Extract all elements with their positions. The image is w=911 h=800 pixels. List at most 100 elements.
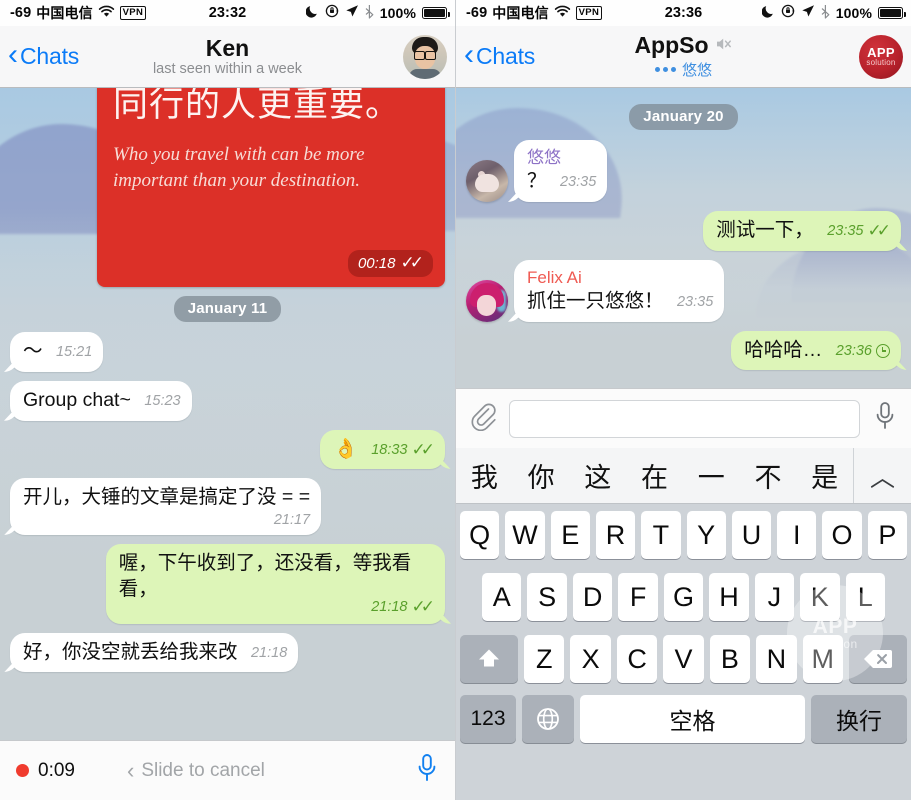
right-nav-center[interactable]: AppSo 悠悠 xyxy=(536,26,831,87)
candidate-3[interactable]: 在 xyxy=(626,456,683,495)
anime-avatar[interactable] xyxy=(466,279,508,322)
message-row[interactable]: 悠悠 ？ 23:35 xyxy=(466,140,901,202)
message-row[interactable]: 哈哈哈… 23:36 xyxy=(466,330,901,371)
key-i[interactable]: I xyxy=(777,511,817,559)
battery-full-icon xyxy=(422,7,450,19)
backspace-icon[interactable] xyxy=(848,635,907,683)
key-j[interactable]: J xyxy=(754,573,795,621)
right-chat-body[interactable]: January 20 悠悠 ？ 23:35 测试一下， 23:35 ✓✓ Fel… xyxy=(456,88,911,388)
chevron-up-icon[interactable]: ︿ xyxy=(853,448,911,503)
candidate-5[interactable]: 不 xyxy=(740,456,797,495)
key-e[interactable]: E xyxy=(550,511,590,559)
left-message-list[interactable]: 相跟对的人更为, 同行的人更重要。 Who you travel with ca… xyxy=(0,88,455,740)
message-text: 哈哈哈… xyxy=(744,338,823,361)
message-bubble-incoming[interactable]: Felix Ai 抓住一只悠悠！ 23:35 xyxy=(514,259,725,322)
message-row[interactable]: Group chat~ 15:23 xyxy=(10,381,445,421)
key-z[interactable]: Z xyxy=(524,635,565,683)
message-bubble-outgoing[interactable]: 哈哈哈… 23:36 xyxy=(731,330,901,371)
chinese-keyboard[interactable]: 我 你 这 在 一 不 是 ︿ Q W E R T Y U I O P A S … xyxy=(456,448,911,800)
message-row-image-card[interactable]: 相跟对的人更为, 同行的人更重要。 Who you travel with ca… xyxy=(10,88,445,288)
keyboard-row-1[interactable]: Q W E R T Y U I O P xyxy=(456,504,911,566)
message-bubble-outgoing[interactable]: 喔，下午收到了，还没看，等我看看， 21:18 ✓✓ xyxy=(105,544,445,624)
key-t[interactable]: T xyxy=(641,511,681,559)
message-input-bar[interactable] xyxy=(456,388,911,448)
moon-icon xyxy=(305,4,319,22)
key-g[interactable]: G xyxy=(663,573,704,621)
key-u[interactable]: U xyxy=(731,511,772,559)
microphone-icon[interactable] xyxy=(415,752,439,789)
quote-image-card[interactable]: 相跟对的人更为, 同行的人更重要。 Who you travel with ca… xyxy=(97,88,445,288)
paperclip-icon[interactable] xyxy=(470,401,496,436)
candidate-0[interactable]: 我 xyxy=(456,456,513,495)
back-to-chats-button[interactable]: ‹ Chats xyxy=(8,38,79,71)
signal-strength: -69 xyxy=(466,5,488,21)
key-c[interactable]: C xyxy=(616,635,658,683)
message-bubble-incoming[interactable]: 悠悠 ？ 23:35 xyxy=(514,140,608,202)
voice-record-bar[interactable]: 0:09 ‹ Slide to cancel xyxy=(0,740,455,800)
numbers-key[interactable]: 123 xyxy=(460,695,516,743)
appso-group-avatar[interactable]: APP solution xyxy=(859,34,903,79)
message-bubble-incoming[interactable]: Group chat~ 15:23 xyxy=(10,381,192,421)
key-v[interactable]: V xyxy=(663,635,704,683)
rotation-lock-icon xyxy=(781,4,795,22)
message-bubble-outgoing[interactable]: 测试一下， 23:35 ✓✓ xyxy=(703,210,901,251)
left-chat-body[interactable]: 相跟对的人更为, 同行的人更重要。 Who you travel with ca… xyxy=(0,88,455,740)
microphone-icon[interactable] xyxy=(873,400,897,437)
key-f[interactable]: F xyxy=(618,573,658,621)
message-sender-name: 悠悠 xyxy=(527,148,561,167)
key-n[interactable]: N xyxy=(756,635,797,683)
key-l[interactable]: L xyxy=(845,573,885,621)
chevron-left-icon: ‹ xyxy=(8,38,18,71)
message-bubble-outgoing[interactable]: 👌 18:33 ✓✓ xyxy=(320,429,445,470)
card-english-text: Who you travel with can be more importan… xyxy=(113,144,365,191)
right-message-list[interactable]: January 20 悠悠 ？ 23:35 测试一下， 23:35 ✓✓ Fel… xyxy=(456,88,911,388)
key-x[interactable]: X xyxy=(570,635,611,683)
key-w[interactable]: W xyxy=(505,511,545,559)
left-nav-center[interactable]: Ken last seen within a week xyxy=(80,26,375,87)
message-row[interactable]: 👌 18:33 ✓✓ xyxy=(10,429,445,470)
message-row[interactable]: 好，你没空就丢给我来改 21:18 xyxy=(10,632,445,673)
key-y[interactable]: Y xyxy=(686,511,726,559)
keyboard-row-2[interactable]: A S D F G H J K L xyxy=(456,566,911,628)
candidate-2[interactable]: 这 xyxy=(569,456,626,495)
space-key[interactable]: 空格 xyxy=(580,695,805,743)
message-row[interactable]: 开儿，大锤的文章是搞定了没 = = 21:17 xyxy=(10,478,445,536)
keyboard-row-4[interactable]: 123 空格 换行 xyxy=(456,690,911,754)
message-row[interactable]: 测试一下， 23:35 ✓✓ xyxy=(466,210,901,251)
ken-avatar[interactable] xyxy=(403,34,447,79)
return-key[interactable]: 换行 xyxy=(811,695,907,743)
message-text: 抓住一只悠悠！ xyxy=(527,289,664,312)
candidate-4[interactable]: 一 xyxy=(683,456,740,495)
slide-to-cancel[interactable]: ‹ Slide to cancel xyxy=(127,759,265,782)
key-a[interactable]: A xyxy=(482,573,522,621)
message-row[interactable]: ～ 15:21 xyxy=(10,332,445,373)
message-input[interactable] xyxy=(509,399,860,438)
globe-icon[interactable] xyxy=(522,695,574,743)
key-r[interactable]: R xyxy=(595,511,636,559)
key-s[interactable]: S xyxy=(527,573,567,621)
message-bubble-incoming[interactable]: 开儿，大锤的文章是搞定了没 = = 21:17 xyxy=(10,478,322,536)
message-row[interactable]: 喔，下午收到了，还没看，等我看看， 21:18 ✓✓ xyxy=(10,544,445,624)
message-row[interactable]: Felix Ai 抓住一只悠悠！ 23:35 xyxy=(466,259,901,322)
candidate-6[interactable]: 是 xyxy=(796,456,853,495)
key-d[interactable]: D xyxy=(572,573,613,621)
slide-to-cancel-label: Slide to cancel xyxy=(141,759,265,781)
candidate-1[interactable]: 你 xyxy=(513,456,570,495)
key-o[interactable]: O xyxy=(822,511,862,559)
shift-up-icon[interactable] xyxy=(460,635,519,683)
key-k[interactable]: K xyxy=(800,573,840,621)
message-bubble-incoming[interactable]: 好，你没空就丢给我来改 21:18 xyxy=(10,632,299,673)
message-bubble-incoming[interactable]: ～ 15:21 xyxy=(10,332,104,373)
card-big-line: 同行的人更重要。 xyxy=(113,88,402,124)
keyboard-row-3[interactable]: Z X C V B N M xyxy=(456,628,911,690)
typing-user: 悠悠 xyxy=(681,61,712,79)
key-p[interactable]: P xyxy=(867,511,907,559)
battery-percent: 100% xyxy=(379,5,416,21)
back-to-chats-button[interactable]: ‹ Chats xyxy=(464,40,535,70)
candidate-bar[interactable]: 我 你 这 在 一 不 是 ︿ xyxy=(456,448,911,504)
key-b[interactable]: B xyxy=(709,635,751,683)
key-h[interactable]: H xyxy=(709,573,749,621)
key-q[interactable]: Q xyxy=(460,511,500,559)
key-m[interactable]: M xyxy=(802,635,843,683)
pig-avatar[interactable] xyxy=(466,159,508,202)
